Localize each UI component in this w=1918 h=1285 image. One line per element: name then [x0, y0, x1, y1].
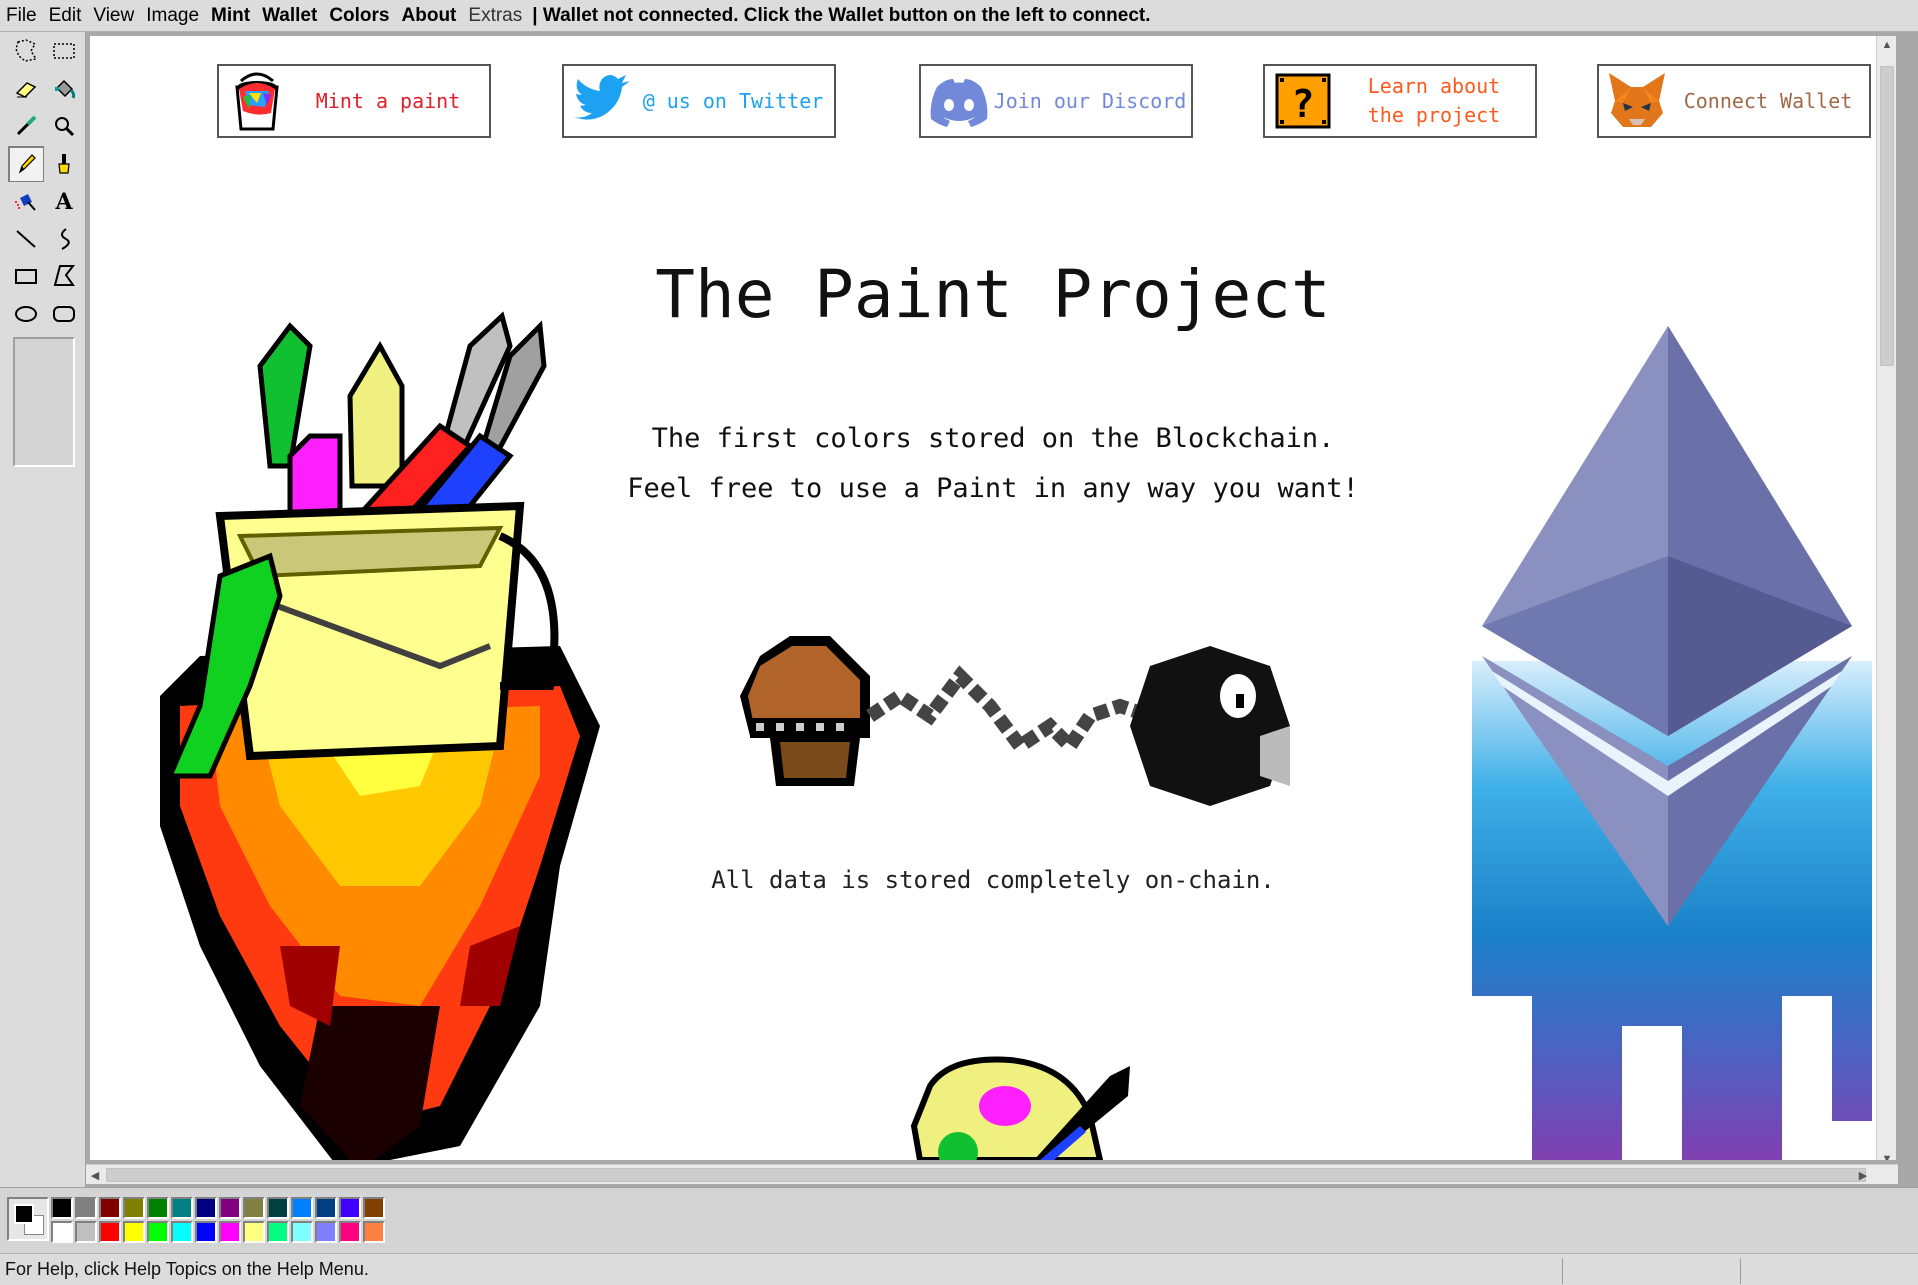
ellipse-icon[interactable]	[8, 295, 44, 332]
color-swatch[interactable]	[123, 1221, 145, 1243]
airbrush-icon[interactable]	[8, 183, 44, 219]
color-swatch[interactable]	[363, 1221, 385, 1243]
discord-button-label: Join our Discord	[993, 88, 1187, 113]
horizontal-scroll-thumb[interactable]	[106, 1168, 1866, 1182]
discord-icon	[930, 79, 988, 127]
color-swatch[interactable]	[147, 1221, 169, 1243]
menu-extras[interactable]: Extras	[462, 5, 528, 27]
menu-about[interactable]: About	[396, 5, 463, 27]
color-swatch[interactable]	[75, 1197, 97, 1219]
foreground-color[interactable]	[14, 1204, 34, 1224]
canvas[interactable]: Mint a paint @ us on Twitter Join our Di…	[90, 36, 1896, 1160]
color-swatch[interactable]	[147, 1197, 169, 1219]
color-picker-icon[interactable]	[8, 108, 44, 144]
color-swatch[interactable]	[195, 1221, 217, 1243]
learn-about-line1: Learn about	[1367, 74, 1501, 98]
twitter-button[interactable]: @ us on Twitter	[562, 64, 836, 138]
color-swatch[interactable]	[339, 1197, 361, 1219]
paint-palette-illustration	[910, 1056, 1130, 1160]
menu-edit[interactable]: Edit	[43, 5, 88, 27]
color-swatch[interactable]	[123, 1197, 145, 1219]
svg-text:?: ?	[1292, 82, 1315, 126]
metamask-fox-icon	[1609, 73, 1665, 127]
learn-about-label: Learn about the project	[1337, 72, 1535, 130]
status-divider	[1562, 1258, 1563, 1284]
free-select-icon[interactable]	[8, 33, 44, 69]
rect-select-icon[interactable]	[46, 33, 82, 69]
current-colors-indicator[interactable]	[7, 1197, 49, 1241]
color-swatch[interactable]	[291, 1221, 313, 1243]
color-swatch[interactable]	[75, 1221, 97, 1243]
menu-image[interactable]: Image	[140, 5, 205, 27]
twitter-bird-icon	[574, 75, 630, 120]
status-help-text: For Help, click Help Topics on the Help …	[5, 1259, 369, 1279]
cake-chain-bullet-illustration	[740, 636, 1290, 806]
learn-about-button[interactable]: ? Learn about the project	[1263, 64, 1537, 138]
discord-button[interactable]: Join our Discord	[919, 64, 1193, 138]
vertical-scroll-thumb[interactable]	[1880, 66, 1894, 366]
color-swatch[interactable]	[99, 1221, 121, 1243]
rectangle-icon[interactable]	[8, 258, 44, 294]
magnifier-icon[interactable]	[46, 108, 82, 144]
learn-about-line2: the project	[1367, 103, 1501, 127]
menu-bar: File Edit View Image Mint Wallet Colors …	[0, 0, 1918, 32]
scroll-left-icon[interactable]: ◀	[86, 1165, 104, 1185]
color-swatch[interactable]	[171, 1197, 193, 1219]
connect-wallet-button[interactable]: Connect Wallet	[1597, 64, 1871, 138]
menu-colors[interactable]: Colors	[323, 5, 395, 27]
color-swatch[interactable]	[363, 1197, 385, 1219]
toolbox: A	[0, 32, 86, 1187]
fill-icon[interactable]	[46, 70, 82, 107]
curve-icon[interactable]	[46, 220, 82, 257]
paint-rocket-illustration	[160, 311, 600, 1160]
color-swatch[interactable]	[219, 1221, 241, 1243]
color-swatch[interactable]	[195, 1197, 217, 1219]
color-swatch[interactable]	[171, 1221, 193, 1243]
color-swatch[interactable]	[315, 1197, 337, 1219]
status-bar: For Help, click Help Topics on the Help …	[0, 1253, 1918, 1285]
color-swatch[interactable]	[243, 1197, 265, 1219]
scroll-right-icon[interactable]: ▶	[1854, 1165, 1872, 1185]
ethereum-logo-illustration	[1472, 326, 1872, 1160]
polygon-icon[interactable]	[46, 258, 82, 294]
svg-text:A: A	[54, 189, 73, 214]
pencil-icon[interactable]	[8, 145, 44, 182]
brush-icon[interactable]	[46, 145, 82, 182]
wallet-status-message: | Wallet not connected. Click the Wallet…	[532, 4, 1151, 26]
color-swatch[interactable]	[219, 1197, 241, 1219]
status-divider	[1740, 1258, 1741, 1284]
menu-wallet[interactable]: Wallet	[256, 5, 323, 27]
color-swatch[interactable]	[267, 1197, 289, 1219]
menu-mint[interactable]: Mint	[205, 5, 256, 27]
vertical-scrollbar[interactable]: ▲ ▼	[1876, 36, 1896, 1160]
color-palette-bar	[0, 1187, 1918, 1253]
canvas-frame: Mint a paint @ us on Twitter Join our Di…	[86, 32, 1918, 1187]
color-swatch[interactable]	[99, 1197, 121, 1219]
question-block-icon: ?	[1275, 73, 1331, 129]
rounded-rect-icon[interactable]	[46, 295, 82, 332]
eraser-icon[interactable]	[8, 70, 44, 107]
color-swatch[interactable]	[243, 1221, 265, 1243]
scroll-down-icon[interactable]: ▼	[1877, 1150, 1896, 1160]
line-icon[interactable]	[8, 220, 44, 257]
menu-view[interactable]: View	[87, 5, 140, 27]
color-swatch[interactable]	[315, 1221, 337, 1243]
color-swatch[interactable]	[291, 1197, 313, 1219]
text-icon[interactable]: A	[46, 183, 82, 219]
color-swatch[interactable]	[51, 1221, 73, 1243]
twitter-button-label: @ us on Twitter	[642, 88, 824, 113]
tool-options-panel[interactable]	[13, 337, 75, 467]
color-swatch[interactable]	[267, 1221, 289, 1243]
mint-button[interactable]: Mint a paint	[217, 64, 491, 138]
menu-file[interactable]: File	[0, 5, 43, 27]
color-swatch[interactable]	[51, 1197, 73, 1219]
color-swatch[interactable]	[339, 1221, 361, 1243]
mint-button-label: Mint a paint	[315, 88, 461, 113]
scroll-up-icon[interactable]: ▲	[1877, 36, 1896, 54]
color-swatches	[51, 1197, 387, 1245]
paint-bucket-icon	[235, 72, 279, 131]
connect-wallet-label: Connect Wallet	[1683, 88, 1853, 113]
horizontal-scrollbar[interactable]: ◀ ▶	[86, 1164, 1898, 1184]
